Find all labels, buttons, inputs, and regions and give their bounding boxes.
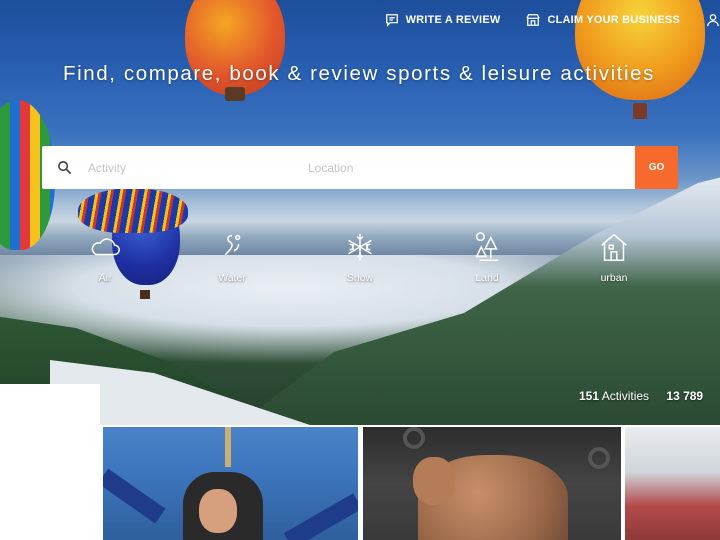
cloud-icon [91, 238, 120, 256]
activities-label: Activities [601, 389, 650, 403]
site-stats: 151 Activities 13 789 [579, 389, 703, 403]
card-photo-detail [225, 427, 231, 467]
category-air[interactable]: Air [70, 230, 140, 284]
water-icon [224, 234, 241, 256]
search-icon [42, 160, 86, 175]
user-account-link[interactable] [706, 13, 720, 27]
second-stat-count: 13 789 [666, 389, 704, 403]
category-urban[interactable]: urban [579, 230, 649, 284]
category-label: Water [218, 272, 246, 284]
category-water[interactable]: Water [197, 230, 267, 284]
house-icon [601, 233, 627, 261]
activities-count: 151 [579, 389, 600, 403]
card-photo-detail [588, 447, 610, 469]
activity-input[interactable] [86, 146, 308, 189]
category-label: Air [98, 272, 112, 284]
card-photo-detail [403, 427, 425, 449]
go-button[interactable]: GO [635, 146, 678, 189]
trees-icon [475, 232, 499, 261]
card-photo-detail [283, 493, 358, 540]
write-review-link[interactable]: WRITE A REVIEW [385, 13, 501, 27]
location-input[interactable] [308, 146, 634, 189]
user-icon [707, 14, 719, 27]
category-land[interactable]: Land [452, 230, 522, 284]
category-snow[interactable]: Snow [325, 230, 395, 284]
activity-card-fitness[interactable] [363, 427, 621, 540]
activity-card-skydiving[interactable] [103, 427, 358, 540]
claim-business-label: CLAIM YOUR BUSINESS [547, 14, 680, 26]
activity-card-karting[interactable] [625, 427, 720, 540]
card-photo-detail [413, 457, 455, 505]
page-headline: Find, compare, book & review sports & le… [62, 62, 656, 85]
card-photo-detail [199, 489, 237, 533]
top-nav: WRITE A REVIEW CLAIM YOUR BUSINESS [385, 13, 720, 27]
category-label: Land [475, 272, 499, 284]
search-bar: GO [42, 146, 678, 189]
white-panel [0, 384, 100, 540]
write-review-label: WRITE A REVIEW [405, 14, 501, 26]
chat-bubble-icon [385, 14, 398, 27]
claim-business-link[interactable]: CLAIM YOUR BUSINESS [526, 13, 680, 27]
category-label: Snow [346, 272, 374, 284]
card-photo-detail [103, 468, 166, 524]
category-label: urban [600, 272, 628, 284]
snowflake-icon [348, 233, 372, 261]
store-icon [526, 14, 541, 26]
